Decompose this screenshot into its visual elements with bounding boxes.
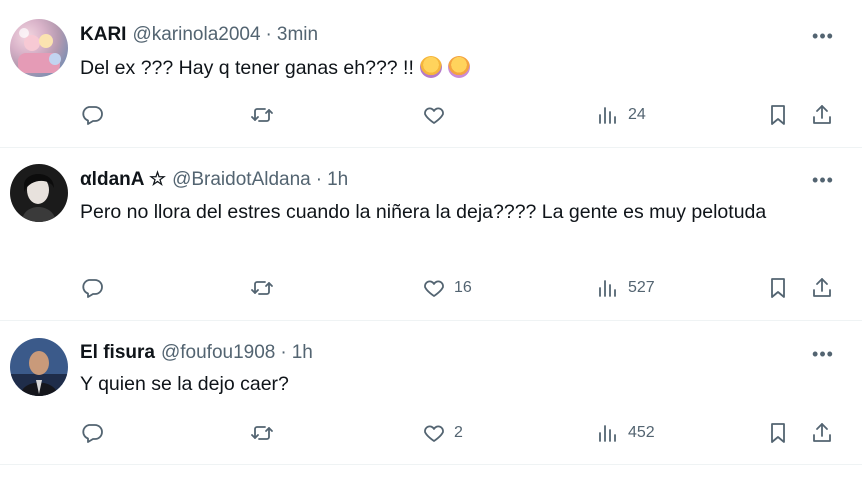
timestamp[interactable]: 1h [292, 342, 313, 364]
like-count: 16 [454, 279, 472, 296]
views-button[interactable]: 527 [596, 274, 655, 302]
views-button[interactable]: 452 [596, 419, 655, 447]
like-count: 2 [454, 424, 463, 441]
like-button[interactable]: 16 [422, 274, 472, 302]
heart-icon [424, 425, 444, 442]
retweet-button[interactable] [250, 419, 282, 447]
retweet-button[interactable] [250, 274, 282, 302]
bookmark-button[interactable] [766, 101, 790, 129]
reply-button[interactable] [80, 101, 112, 129]
views-icon [599, 425, 616, 442]
user-handle[interactable]: @foufou1908 [161, 342, 275, 364]
share-icon [813, 278, 831, 297]
retweet-icon [251, 108, 273, 122]
views-icon [599, 280, 616, 297]
view-count: 452 [628, 424, 655, 441]
action-bar: 16 527 [80, 274, 850, 302]
action-bar: 24 [80, 101, 850, 129]
like-button[interactable]: 2 [422, 419, 463, 447]
display-name[interactable]: KARI [80, 24, 126, 46]
like-button[interactable] [422, 101, 454, 129]
views-icon [599, 107, 616, 124]
tweet-text: Del ex ??? Hay q tener ganas eh??? !! [80, 54, 800, 83]
retweet-icon [251, 426, 273, 440]
reply-tweet[interactable]: El fisura @foufou1908 · 1h ••• Y quien s… [0, 321, 862, 465]
reply-tweet[interactable]: αldanA ☆ @BraidotAldana · 1h ••• Pero no… [0, 148, 862, 321]
bookmark-button[interactable] [766, 274, 790, 302]
reply-icon [82, 106, 103, 125]
reply-button[interactable] [80, 274, 112, 302]
retweet-button[interactable] [250, 101, 282, 129]
share-button[interactable] [810, 419, 834, 447]
tweet-header: KARI @karinola2004 · 3min [80, 24, 318, 46]
separator-dot: · [265, 24, 272, 45]
separator-dot: · [315, 169, 323, 190]
view-count: 527 [628, 279, 655, 296]
share-button[interactable] [810, 101, 834, 129]
view-count: 24 [628, 106, 646, 123]
bookmark-button[interactable] [766, 419, 790, 447]
display-name[interactable]: αldanA ☆ [80, 168, 166, 191]
tweet-text: Y quien se la dejo caer? [80, 370, 800, 399]
tweet-text-content: Pero no llora del estres cuando la niñer… [80, 201, 767, 223]
more-options-icon[interactable]: ••• [808, 344, 838, 364]
heart-icon [424, 280, 444, 297]
tweet-text-content: Del ex ??? Hay q tener ganas eh??? !! [80, 57, 414, 79]
timestamp[interactable]: 3min [277, 24, 318, 46]
tweet-text: Pero no llora del estres cuando la niñer… [80, 198, 800, 227]
more-options-icon[interactable]: ••• [808, 170, 838, 190]
avatar[interactable] [10, 164, 68, 222]
reply-tweet[interactable]: KARI @karinola2004 · 3min ••• Del ex ???… [0, 0, 862, 148]
more-options-icon[interactable]: ••• [808, 26, 838, 46]
heart-icon [424, 107, 444, 124]
share-icon [813, 105, 831, 124]
timestamp[interactable]: 1h [327, 169, 348, 191]
avatar[interactable] [10, 19, 68, 77]
bookmark-icon [771, 423, 785, 443]
reply-icon [82, 279, 103, 298]
separator-dot: · [280, 342, 287, 363]
tweet-header: αldanA ☆ @BraidotAldana · 1h [80, 168, 348, 191]
user-handle[interactable]: @karinola2004 [132, 24, 260, 46]
bookmark-icon [771, 278, 785, 298]
retweet-icon [251, 281, 273, 295]
user-handle[interactable]: @BraidotAldana [172, 169, 311, 191]
woman-shrugging-icon [447, 56, 470, 78]
bookmark-icon [771, 105, 785, 125]
tweet-text-content: Y quien se la dejo caer? [80, 373, 289, 395]
woman-facepalming-icon [419, 56, 442, 78]
tweet-header: El fisura @foufou1908 · 1h [80, 342, 313, 364]
avatar[interactable] [10, 338, 68, 396]
action-bar: 2 452 [80, 419, 850, 447]
share-button[interactable] [810, 274, 834, 302]
display-name[interactable]: El fisura [80, 342, 155, 364]
share-icon [813, 423, 831, 442]
reply-button[interactable] [80, 419, 112, 447]
reply-icon [82, 424, 103, 443]
views-button[interactable]: 24 [596, 101, 646, 129]
